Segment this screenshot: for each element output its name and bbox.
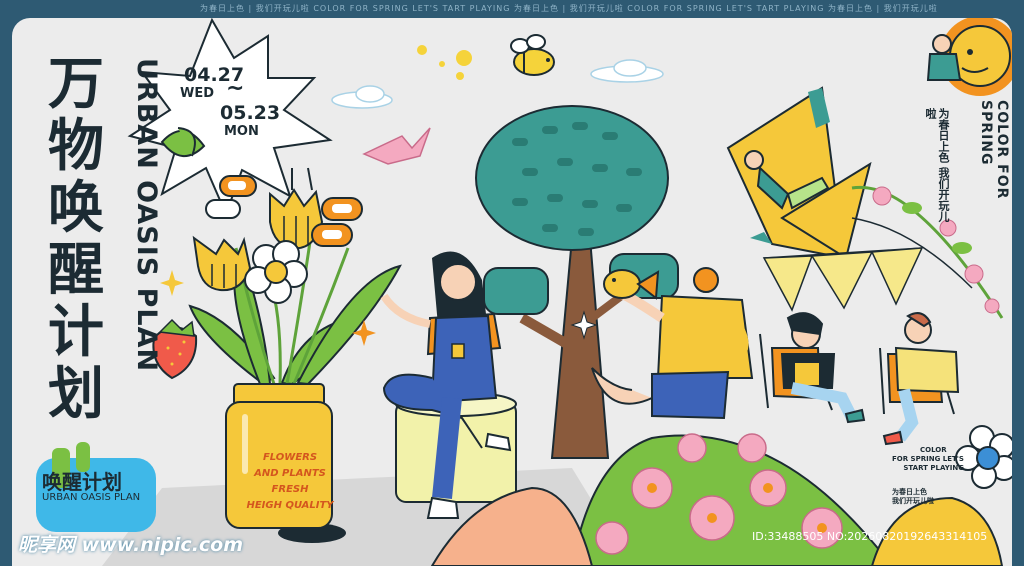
date-tilde: ~ bbox=[226, 76, 245, 101]
title-char: 物 bbox=[48, 114, 104, 179]
date-start-day: WED bbox=[180, 86, 215, 101]
bunting-tent bbox=[762, 247, 924, 312]
image-id: ID:33488505 NO:20260820192643314105 bbox=[752, 530, 988, 543]
poster-panel: 万 物 唤 醒 计 划 URBAN OASIS PLAN 04.27 WED ~… bbox=[12, 18, 1012, 566]
sparkle-left bbox=[160, 270, 184, 296]
daisy-right bbox=[955, 425, 1012, 489]
date-end: 05.23 bbox=[220, 102, 281, 124]
tulip-yellow-left bbox=[192, 235, 252, 292]
title-char: 唤 bbox=[48, 176, 104, 241]
jar-line: FRESH bbox=[271, 484, 309, 495]
small-spring-text: FOR SPRING LET'S START PLAYING bbox=[892, 455, 964, 473]
bee-icon bbox=[510, 34, 555, 76]
title-char: 万 bbox=[48, 52, 104, 117]
title-char: 划 bbox=[48, 362, 104, 427]
jar-line: FLOWERS bbox=[262, 452, 318, 463]
poster-stage: 为春日上色 | 我们开玩儿啦 COLOR FOR SPRING LET'S TA… bbox=[0, 0, 1024, 566]
cloud-left bbox=[331, 85, 393, 109]
cloud-right bbox=[590, 59, 664, 83]
small-cn-text: 为春日上色 我们开玩儿啦 bbox=[892, 488, 934, 506]
sky-sparkles bbox=[417, 45, 472, 80]
title-char: 计 bbox=[48, 300, 104, 365]
date-end-day: MON bbox=[224, 124, 259, 139]
small-line: 我们开玩儿啦 bbox=[892, 497, 934, 505]
small-line: COLOR bbox=[920, 446, 947, 454]
illustration-svg bbox=[36, 18, 1012, 566]
main-title-english: URBAN OASIS PLAN bbox=[131, 58, 162, 373]
logo-badge-english: URBAN OASIS PLAN bbox=[42, 492, 141, 503]
main-title-chinese: 万 物 唤 醒 计 划 bbox=[48, 54, 120, 426]
title-char: 醒 bbox=[48, 238, 104, 303]
jar-line: AND PLANTS bbox=[254, 468, 326, 479]
right-slogan-english: COLOR FOR SPRING bbox=[978, 100, 1010, 200]
frame-top-text: 为春日上色 | 我们开玩儿啦 COLOR FOR SPRING LET'S TA… bbox=[200, 4, 938, 13]
watermark: 昵享网 www.nipic.com bbox=[18, 534, 244, 556]
deck-chair-left bbox=[759, 312, 866, 424]
jar-label: FLOWERS AND PLANTS FRESH HEIGH QUALITY bbox=[240, 450, 340, 514]
small-line: START PLAYING bbox=[903, 464, 964, 472]
jar-line: HEIGH QUALITY bbox=[246, 500, 334, 511]
logo-badge-chinese: 唤醒计划 bbox=[42, 470, 122, 494]
paper-crane-icon bbox=[362, 127, 431, 165]
small-line: 为春日上色 bbox=[892, 488, 927, 496]
deck-chair-right bbox=[879, 312, 960, 446]
small-color-text: COLOR bbox=[920, 446, 947, 455]
small-line: FOR SPRING LET'S bbox=[892, 455, 964, 463]
right-slogan-chinese: 为春日上色 我们开玩儿啦 bbox=[924, 108, 950, 222]
